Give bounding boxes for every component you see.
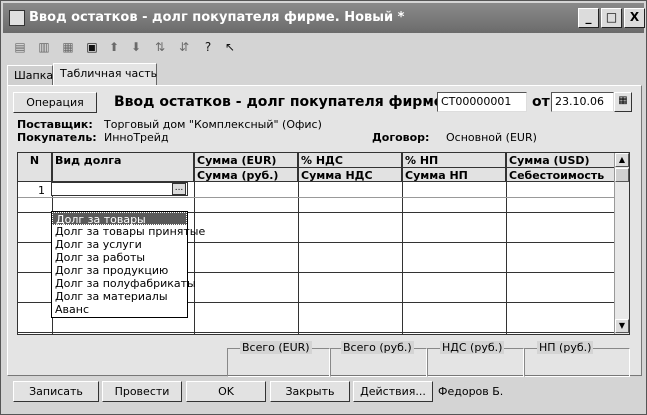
column-divider (506, 153, 507, 334)
operation-button[interactable]: Операция (13, 92, 97, 113)
buyer-label: Покупатель: (17, 131, 97, 144)
row-divider (18, 197, 615, 198)
sort-desc-icon[interactable]: ⇵ (175, 38, 193, 56)
dropdown-item[interactable]: Долг за продукцию (52, 264, 187, 277)
title-bar[interactable]: Ввод остатков - долг покупателя фирме. Н… (3, 3, 645, 33)
calendar-icon[interactable]: ▦ (614, 92, 632, 112)
dropdown-item[interactable]: Долг за полуфабрикаты (52, 277, 196, 290)
help-icon[interactable]: ? (199, 38, 217, 56)
column-divider (402, 153, 403, 334)
date-label: от (532, 94, 550, 110)
col-header-sum-usd[interactable]: Сумма (USD) (506, 153, 616, 168)
vat-rub-label: НДС (руб.) (440, 341, 505, 354)
col-header-kind[interactable]: Вид долга (52, 153, 194, 182)
buyer-value: ИнноТрейд (104, 131, 169, 144)
document-window: Ввод остатков - долг покупателя фирме. Н… (0, 0, 647, 415)
author-label: Федоров Б. (438, 385, 504, 398)
scroll-down-icon[interactable]: ▼ (615, 319, 629, 333)
delete-row-icon[interactable]: ▣ (83, 38, 101, 56)
move-up-icon[interactable]: ⬆ (105, 38, 123, 56)
debt-kind-input[interactable]: ... (51, 182, 188, 196)
edit-row-icon[interactable]: ▦ (59, 38, 77, 56)
column-divider (298, 153, 299, 334)
dropdown-item[interactable]: Долг за товары (52, 212, 187, 226)
col-header-vat-pct[interactable]: % НДС (298, 153, 402, 168)
np-rub-label: НП (руб.) (537, 341, 594, 354)
col-header-np-pct[interactable]: % НП (402, 153, 506, 168)
toolbar: ▤ ▥ ▦ ▣ ⬆ ⬇ ⇅ ⇵ ? ↖ (5, 37, 644, 57)
supplier-value: Торговый дом "Комплексный" (Офис) (104, 118, 322, 131)
col-header-np-sum[interactable]: Сумма НП (402, 168, 506, 182)
window-title: Ввод остатков - долг покупателя фирме. Н… (29, 10, 405, 25)
minimize-button[interactable]: _ (578, 8, 599, 28)
ellipsis-button[interactable]: ... (172, 183, 186, 195)
total-rub-label: Всего (руб.) (341, 341, 414, 354)
dropdown-item[interactable]: Долг за работы (52, 251, 187, 264)
save-button[interactable]: Записать (13, 381, 99, 402)
total-rub-box: Всего (руб.) (330, 341, 427, 377)
sort-asc-icon[interactable]: ⇅ (151, 38, 169, 56)
close-form-button[interactable]: Закрыть (270, 381, 350, 402)
dropdown-item[interactable]: Долг за материалы (52, 290, 187, 303)
row-number: 1 (38, 184, 45, 197)
tab-table[interactable]: Табличная часть (53, 63, 157, 86)
supplier-label: Поставщик: (17, 118, 93, 131)
col-header-vat-sum[interactable]: Сумма НДС (298, 168, 402, 182)
row-divider (18, 332, 615, 333)
context-help-icon[interactable]: ↖ (221, 38, 239, 56)
date-field[interactable]: 23.10.06 (551, 92, 614, 112)
vertical-scrollbar[interactable]: ▲ ▼ (614, 153, 629, 334)
actions-button[interactable]: Действия... (353, 381, 433, 402)
post-button[interactable]: Провести (102, 381, 182, 402)
app-icon (9, 10, 25, 26)
contract-label: Договор: (372, 131, 430, 144)
col-header-n[interactable]: N (18, 153, 52, 182)
total-eur-label: Всего (EUR) (240, 341, 312, 354)
contract-value: Основной (EUR) (446, 131, 537, 144)
scroll-thumb[interactable] (615, 168, 629, 182)
maximize-button[interactable]: □ (601, 8, 622, 28)
dropdown-item[interactable]: Долг за услуги (52, 238, 187, 251)
close-button[interactable]: X (624, 8, 645, 28)
document-title: Ввод остатков - долг покупателя фирме № (114, 94, 465, 110)
move-down-icon[interactable]: ⬇ (127, 38, 145, 56)
copy-row-icon[interactable]: ▥ (35, 38, 53, 56)
column-divider (194, 153, 195, 334)
ok-button[interactable]: OK (186, 381, 266, 402)
total-eur-box: Всего (EUR) (227, 341, 330, 377)
np-rub-box: НП (руб.) (524, 341, 630, 377)
dropdown-item[interactable]: Долг за товары принятые (52, 225, 205, 238)
new-row-icon[interactable]: ▤ (11, 38, 29, 56)
vat-rub-box: НДС (руб.) (427, 341, 524, 377)
col-header-sum-eur[interactable]: Сумма (EUR) (194, 153, 298, 168)
tab-header[interactable]: Шапка (7, 65, 53, 85)
scroll-up-icon[interactable]: ▲ (615, 153, 629, 167)
debt-kind-dropdown[interactable]: Долг за товары Долг за товары принятые Д… (51, 211, 205, 318)
dropdown-item[interactable]: Аванс (52, 303, 187, 316)
number-field[interactable]: СТ00000001 (437, 92, 527, 112)
col-header-cost[interactable]: Себестоимость (506, 168, 616, 182)
col-header-sum-rub[interactable]: Сумма (руб.) (194, 168, 298, 182)
